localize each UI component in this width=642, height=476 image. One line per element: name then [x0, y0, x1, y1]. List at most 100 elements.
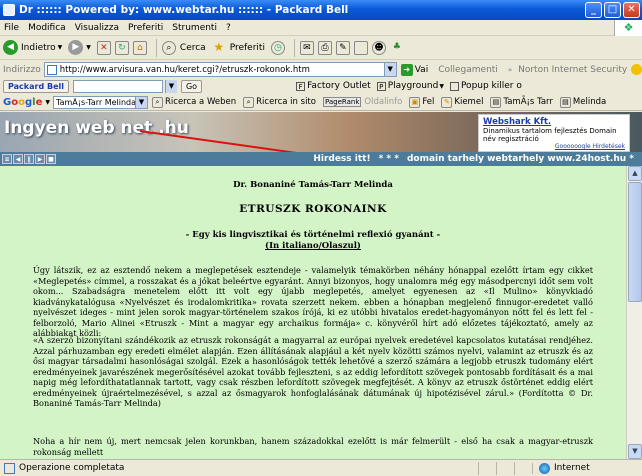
highlight-label: Kiemel — [454, 97, 484, 107]
packard-search-input[interactable] — [72, 79, 163, 93]
search-site-icon: ⌕ — [243, 96, 255, 108]
stop-icon[interactable]: ✕ — [96, 40, 111, 55]
mail-icon[interactable]: ✉ — [299, 40, 314, 55]
marquee-stop-icon[interactable]: ■ — [46, 154, 56, 164]
menu-help[interactable]: ? — [226, 23, 231, 33]
pagerank-indicator[interactable]: PageRank Oldalinfo — [322, 97, 403, 107]
playground-icon: P — [376, 81, 386, 91]
favorites-label: Preferiti — [229, 42, 265, 53]
url-text[interactable]: http://www.arvisura.van.hu/keret.cgi?/et… — [60, 65, 384, 75]
factory-outlet-button[interactable]: F Factory Outlet — [296, 81, 371, 91]
search-button[interactable]: ⌕ Cerca — [161, 40, 206, 55]
forward-dropdown-icon[interactable]: ▼ — [86, 44, 91, 51]
packard-bell-toolbar: Packard Bell ▼ Go F Factory Outlet P Pla… — [0, 78, 642, 94]
packard-search-dropdown-icon[interactable]: ▼ — [164, 79, 177, 93]
marquee-advertise-link[interactable]: Hirdess itt! — [313, 154, 370, 164]
status-cells — [478, 461, 532, 475]
factory-outlet-icon: F — [296, 81, 306, 91]
marquee-prev-icon[interactable]: ◀ — [13, 154, 23, 164]
search-term-2-label: Melinda — [572, 97, 607, 107]
factory-outlet-label: Factory Outlet — [307, 81, 371, 91]
go-button[interactable]: ➜ Vai — [400, 63, 428, 76]
window-title: Dr :::::: Powered by: www.webtar.hu ::::… — [19, 4, 349, 16]
ad-title-link[interactable]: Webshark Kft. — [483, 117, 625, 127]
article-author: Dr. Bonaniné Tamás-Tarr Melinda — [233, 180, 393, 190]
menu-strumenti[interactable]: Strumenti — [172, 23, 217, 33]
highlight-icon: ✎ — [441, 96, 453, 108]
playground-dropdown-icon[interactable]: ▼ — [439, 83, 444, 90]
page-info-label: Oldalinfo — [364, 97, 403, 107]
address-input[interactable]: http://www.arvisura.van.hu/keret.cgi?/et… — [43, 62, 397, 77]
menu-preferiti[interactable]: Preferiti — [128, 23, 163, 33]
home-icon[interactable]: ⌂ — [132, 40, 147, 55]
address-dropdown-icon[interactable]: ▼ — [383, 63, 396, 76]
google-ad-box[interactable]: Webshark Kft. Dinamikus tartalom fejlesz… — [478, 114, 630, 152]
page-content: Dr. Bonaniné Tamás-Tarr Melinda ETRUSZK … — [0, 166, 626, 459]
zone-label: Internet — [554, 463, 590, 473]
search-web-button[interactable]: ⌕ Ricerca a Weben — [152, 96, 236, 108]
google-search-input[interactable]: TamÃ¡s-Tarr Melinda ▼ — [53, 95, 148, 109]
links-button[interactable]: Collegamenti — [438, 65, 498, 75]
maximize-button[interactable]: □ — [604, 2, 621, 18]
scroll-up-icon[interactable]: ▲ — [628, 166, 642, 181]
history-icon[interactable]: ◷ — [270, 40, 285, 55]
marquee-bar: ≡ ◀ ∥ ▶ ■ Hirdess itt! * * * domain tarh… — [0, 152, 642, 166]
up-label: Fel — [422, 97, 435, 107]
scroll-down-icon[interactable]: ▼ — [628, 444, 642, 459]
search-site-label: Ricerca in sito — [256, 97, 316, 107]
menu-visualizza[interactable]: Visualizza — [75, 23, 119, 33]
menu-modifica[interactable]: Modifica — [28, 23, 66, 33]
ad-footer-link[interactable]: Goooooogle Hirdetések — [483, 143, 625, 150]
minimize-button[interactable]: _ — [585, 2, 602, 18]
google-menu-dropdown-icon[interactable]: ▼ — [45, 99, 50, 106]
title-bar: Dr :::::: Powered by: www.webtar.hu ::::… — [0, 0, 642, 20]
status-cell — [478, 461, 496, 475]
marquee-pause-icon[interactable]: ∥ — [24, 154, 34, 164]
blank-icon[interactable] — [353, 40, 368, 55]
forward-arrow-icon: ▶ — [68, 40, 84, 55]
search-term-1-icon: ▤ — [490, 96, 502, 108]
playground-button[interactable]: P Playground ▼ — [376, 81, 444, 91]
google-search-dropdown-icon[interactable]: ▼ — [135, 96, 147, 108]
search-label: Cerca — [179, 42, 206, 53]
search-term-1-button[interactable]: ▤ TamÃ¡s Tarr — [490, 96, 553, 108]
article-paragraph-3: Noha a hír nem új, mert nemcsak jelen ko… — [33, 436, 593, 457]
norton-icon[interactable] — [631, 64, 642, 75]
messenger-icon[interactable]: ☻ — [371, 40, 386, 55]
back-dropdown-icon[interactable]: ▼ — [58, 44, 63, 51]
marquee-stars: * * * — [378, 154, 399, 164]
close-button[interactable]: ✕ — [623, 2, 640, 18]
marquee-next-icon[interactable]: ▶ — [35, 154, 45, 164]
up-button[interactable]: ▣ Fel — [409, 96, 435, 108]
norton-security-button[interactable]: Norton Internet Security — [518, 65, 627, 75]
marquee-text[interactable]: domain tarhely webtarhely www.24host.hu … — [407, 154, 634, 164]
menu-file[interactable]: File — [4, 23, 19, 33]
messenger-buddy-icon[interactable]: ♣ — [390, 41, 404, 55]
marquee-menu-icon[interactable]: ≡ — [2, 154, 12, 164]
google-search-value[interactable]: TamÃ¡s-Tarr Melinda — [56, 98, 135, 107]
security-zone: Internet — [532, 462, 642, 474]
up-folder-icon: ▣ — [409, 96, 421, 108]
packard-bell-button[interactable]: Packard Bell — [3, 79, 69, 93]
highlight-button[interactable]: ✎ Kiemel — [441, 96, 484, 108]
popup-killer-toggle[interactable]: Popup killer o — [449, 81, 522, 91]
popup-killer-checkbox[interactable] — [449, 81, 459, 91]
edit-icon[interactable]: ✎ — [335, 40, 350, 55]
playground-label: Playground — [387, 81, 439, 91]
internet-globe-icon — [539, 462, 550, 474]
favorites-button[interactable]: ★ Preferiti — [212, 41, 265, 55]
italian-version-link[interactable]: (In italiano/Olaszul) — [0, 241, 626, 252]
print-icon[interactable]: ⎙ — [317, 40, 332, 55]
google-logo[interactable]: Google — [3, 97, 42, 108]
search-site-button[interactable]: ⌕ Ricerca in sito — [243, 96, 316, 108]
forward-button[interactable]: ▶ ▼ — [68, 40, 91, 55]
refresh-icon[interactable]: ↻ — [114, 40, 129, 55]
links-chevron-icon[interactable]: » — [508, 66, 512, 74]
scroll-thumb[interactable] — [628, 182, 642, 302]
page-icon — [46, 64, 57, 75]
search-term-2-button[interactable]: ▤ Melinda — [559, 96, 607, 108]
vertical-scrollbar[interactable]: ▲ ▼ — [626, 166, 642, 459]
app-icon — [3, 4, 15, 16]
packard-go-button[interactable]: Go — [180, 79, 203, 93]
back-button[interactable]: ◀ Indietro ▼ — [3, 40, 62, 55]
